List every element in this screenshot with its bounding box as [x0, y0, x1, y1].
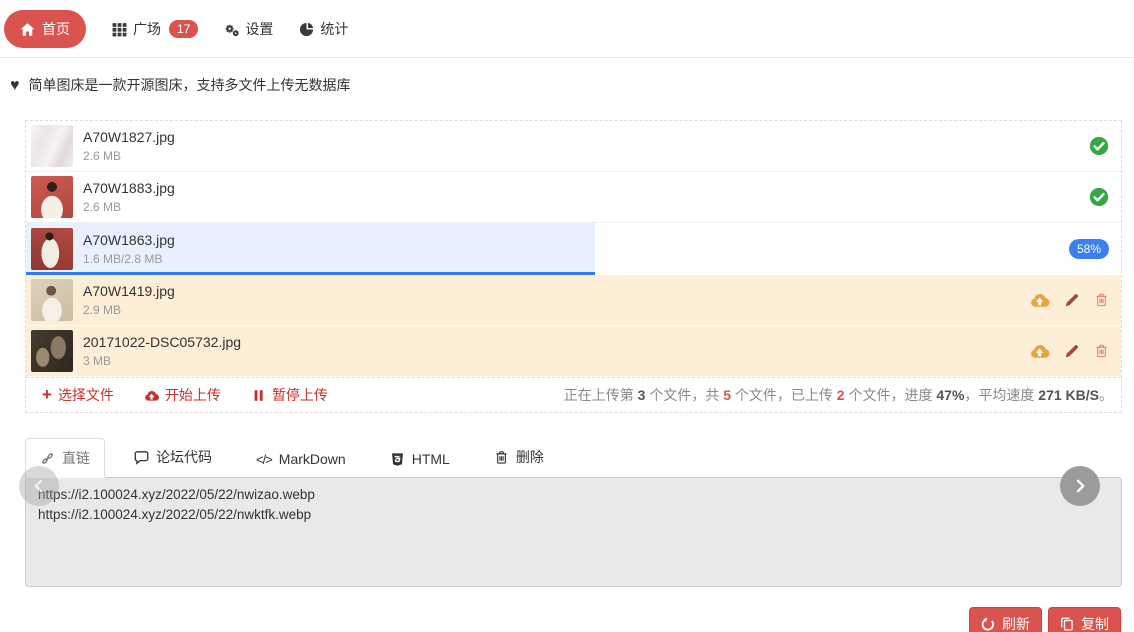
file-name: A70W1827.jpg	[83, 129, 175, 146]
status-segment: ，平均速度	[964, 387, 1039, 403]
status-segment: 个文件，进度	[844, 387, 937, 403]
file-thumbnail	[31, 228, 73, 270]
trash-icon	[494, 450, 509, 465]
file-name: A70W1883.jpg	[83, 180, 175, 197]
upload-dropzone: A70W1827.jpg 2.6 MB A70W1883.jpg 2.6 MB …	[25, 120, 1122, 413]
refresh-button[interactable]: 刷新	[969, 607, 1042, 632]
code-icon: </>	[256, 452, 273, 467]
file-list: A70W1827.jpg 2.6 MB A70W1883.jpg 2.6 MB …	[26, 121, 1121, 377]
upload-success-icon	[1089, 187, 1109, 207]
start-upload-button[interactable]: 开始上传	[144, 385, 221, 405]
file-thumbnail	[31, 125, 73, 167]
file-row: 20171022-DSC05732.jpg 3 MB	[26, 326, 1121, 377]
copy-button[interactable]: 复制	[1048, 607, 1121, 632]
link-icon	[40, 451, 55, 466]
file-size: 2.6 MB	[83, 200, 122, 215]
copy-icon	[1060, 617, 1074, 631]
nav-item-plaza[interactable]: 广场 17	[112, 19, 199, 39]
chevron-right-icon	[1072, 478, 1088, 494]
output-format-tabs: 直链 论坛代码 </> MarkDown HTML 删除	[25, 437, 1122, 478]
file-size: 2.9 MB	[83, 303, 122, 318]
link-output-area	[19, 466, 1122, 592]
site-tagline: ♥ 简单图床是一款开源图床，支持多文件上传无数据库	[0, 58, 1134, 108]
progress-percent-badge: 58%	[1068, 239, 1109, 259]
tab-markdown[interactable]: </> MarkDown	[241, 441, 361, 477]
bottom-actions: 刷新 复制	[0, 607, 1121, 632]
direct-links-textarea[interactable]	[25, 477, 1122, 587]
status-segment: 2	[836, 387, 845, 403]
file-status	[1029, 341, 1109, 361]
nav-item-stats[interactable]: 统计	[299, 19, 348, 39]
tab-forum-code[interactable]: 论坛代码	[119, 437, 227, 477]
upload-status-text: 正在上传第 3 个文件，共 5 个文件，已上传 2 个文件，进度 47%，平均速…	[564, 385, 1113, 405]
file-row: A70W1419.jpg 2.9 MB	[26, 275, 1121, 326]
file-status	[1089, 136, 1109, 156]
top-navbar: 首页 广场 17 设置 统计	[0, 0, 1134, 58]
refresh-icon	[981, 617, 995, 631]
status-segment: 。	[1099, 387, 1113, 403]
status-segment: 正在上传第	[563, 387, 638, 403]
file-name: 20171022-DSC05732.jpg	[83, 334, 242, 351]
upload-file-button[interactable]	[1029, 290, 1050, 310]
plaza-count-badge: 17	[169, 20, 199, 38]
file-row: A70W1827.jpg 2.6 MB	[26, 121, 1121, 172]
file-row: A70W1863.jpg 1.6 MB/2.8 MB 58%	[26, 223, 1121, 275]
select-files-button[interactable]: + 选择文件	[42, 385, 114, 405]
file-size: 1.6 MB/2.8 MB	[83, 252, 163, 267]
upload-file-button[interactable]	[1029, 341, 1050, 361]
upload-toolbar: + 选择文件 开始上传 暂停上传 正在上传第 3 个文件，共 5 个文件，已上传…	[26, 377, 1121, 412]
remove-file-button[interactable]	[1094, 343, 1109, 359]
upload-success-icon	[1089, 136, 1109, 156]
pie-chart-icon	[299, 22, 314, 37]
status-segment: 271 KB/S	[1038, 387, 1099, 403]
file-name: A70W1863.jpg	[83, 232, 175, 249]
heart-icon: ♥	[10, 76, 20, 94]
nav-item-home[interactable]: 首页	[4, 10, 86, 48]
file-thumbnail	[31, 176, 73, 218]
tab-delete[interactable]: 删除	[479, 437, 559, 477]
next-arrow-button[interactable]	[1060, 466, 1100, 506]
nav-item-settings[interactable]: 设置	[224, 19, 273, 39]
grid-icon	[112, 22, 127, 37]
chevron-left-icon	[31, 478, 47, 494]
gears-icon	[224, 22, 239, 37]
prev-arrow-button[interactable]	[19, 466, 59, 506]
file-thumbnail	[31, 279, 73, 321]
rename-file-button[interactable]	[1064, 343, 1080, 359]
pause-icon	[251, 388, 266, 403]
file-status	[1089, 187, 1109, 207]
file-row: A70W1883.jpg 2.6 MB	[26, 172, 1121, 223]
status-segment: 个文件，共	[645, 387, 724, 403]
file-size: 2.6 MB	[83, 149, 122, 164]
file-status: 58%	[1068, 239, 1109, 259]
status-segment: 5	[723, 387, 732, 403]
file-thumbnail	[31, 330, 73, 372]
cloud-upload-icon	[144, 388, 159, 403]
pause-upload-button[interactable]: 暂停上传	[251, 385, 328, 405]
remove-file-button[interactable]	[1094, 292, 1109, 308]
tab-html[interactable]: HTML	[375, 441, 465, 477]
file-status	[1029, 290, 1109, 310]
home-icon	[20, 22, 35, 37]
status-segment: 个文件，已上传	[731, 387, 837, 403]
rename-file-button[interactable]	[1064, 292, 1080, 308]
file-name: A70W1419.jpg	[83, 283, 175, 300]
comment-icon	[134, 450, 149, 465]
tagline-text: 简单图床是一款开源图床，支持多文件上传无数据库	[28, 77, 351, 93]
html5-icon	[390, 452, 405, 467]
file-size: 3 MB	[83, 354, 112, 369]
plus-icon: +	[42, 385, 52, 404]
status-segment: 47%	[936, 387, 965, 403]
